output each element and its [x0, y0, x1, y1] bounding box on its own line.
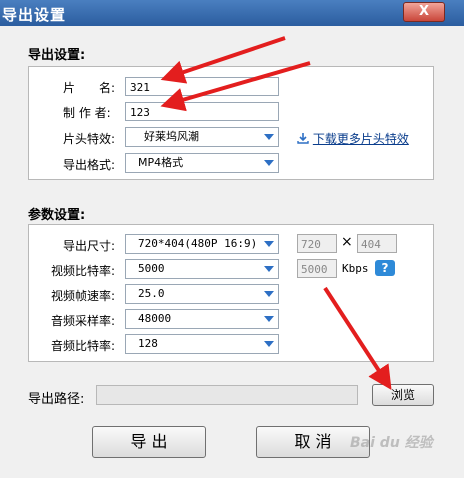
- video-bitrate-label: 视频比特率:: [51, 264, 116, 278]
- height-field: 404: [357, 234, 397, 253]
- download-icon: [297, 133, 309, 144]
- intro-effect-value: 好莱坞风潮: [144, 130, 199, 143]
- times-sign: ×: [341, 234, 353, 250]
- close-button[interactable]: X: [403, 2, 445, 22]
- video-bitrate-select[interactable]: 5000: [125, 259, 279, 279]
- chevron-down-icon: [264, 134, 274, 140]
- chevron-down-icon: [264, 291, 274, 297]
- path-input[interactable]: [96, 385, 358, 405]
- sample-rate-label: 音频采样率:: [51, 314, 116, 328]
- sample-rate-value: 48000: [138, 312, 172, 325]
- format-label: 导出格式:: [63, 158, 116, 172]
- author-label: 制 作 者:: [63, 106, 111, 120]
- close-icon: X: [418, 4, 430, 19]
- size-select[interactable]: 720*404(480P 16:9): [125, 234, 279, 254]
- frame-rate-label: 视频帧速率:: [51, 289, 116, 303]
- width-field: 720: [297, 234, 337, 253]
- download-more-label: 下载更多片头特效: [312, 132, 409, 146]
- frame-rate-select[interactable]: 25.0: [125, 284, 279, 304]
- export-settings-group: 片 名: 321 制 作 者: 123 片头特效: 好莱坞风潮 下载更多片头特效…: [28, 66, 434, 180]
- chevron-down-icon: [264, 341, 274, 347]
- chevron-down-icon: [264, 160, 274, 166]
- download-more-link[interactable]: 下载更多片头特效: [297, 130, 409, 147]
- export-settings-title: 导出设置:: [28, 48, 86, 63]
- format-value: MP4格式: [138, 156, 184, 169]
- title-bar: 导出设置 X: [0, 0, 464, 26]
- export-button[interactable]: 导 出: [92, 426, 206, 458]
- audio-bitrate-select[interactable]: 128: [125, 334, 279, 354]
- param-settings-title: 参数设置:: [28, 208, 86, 223]
- browse-button[interactable]: 浏览: [372, 384, 434, 406]
- video-bitrate-field: 5000: [297, 259, 337, 278]
- chevron-down-icon: [264, 241, 274, 247]
- help-icon: ?: [381, 261, 389, 275]
- size-label: 导出尺寸:: [63, 239, 116, 253]
- intro-effect-label: 片头特效:: [63, 132, 116, 146]
- size-value: 720*404(480P 16:9): [138, 237, 258, 250]
- name-input[interactable]: 321: [125, 77, 279, 96]
- name-label: 片 名:: [63, 81, 116, 95]
- path-label: 导出路径:: [28, 392, 85, 407]
- sample-rate-select[interactable]: 48000: [125, 309, 279, 329]
- chevron-down-icon: [264, 266, 274, 272]
- frame-rate-value: 25.0: [138, 287, 165, 300]
- intro-effect-select[interactable]: 好莱坞风潮: [125, 127, 279, 147]
- param-settings-group: 导出尺寸: 720*404(480P 16:9) 720 × 404 视频比特率…: [28, 224, 434, 362]
- audio-bitrate-value: 128: [138, 337, 158, 350]
- format-select[interactable]: MP4格式: [125, 153, 279, 173]
- window-title: 导出设置: [2, 6, 67, 24]
- chevron-down-icon: [264, 316, 274, 322]
- audio-bitrate-label: 音频比特率:: [51, 339, 116, 353]
- watermark: Bai du 经验: [350, 435, 433, 451]
- video-bitrate-value: 5000: [138, 262, 165, 275]
- kbps-label: Kbps: [342, 262, 369, 275]
- help-button[interactable]: ?: [375, 260, 395, 276]
- author-input[interactable]: 123: [125, 102, 279, 121]
